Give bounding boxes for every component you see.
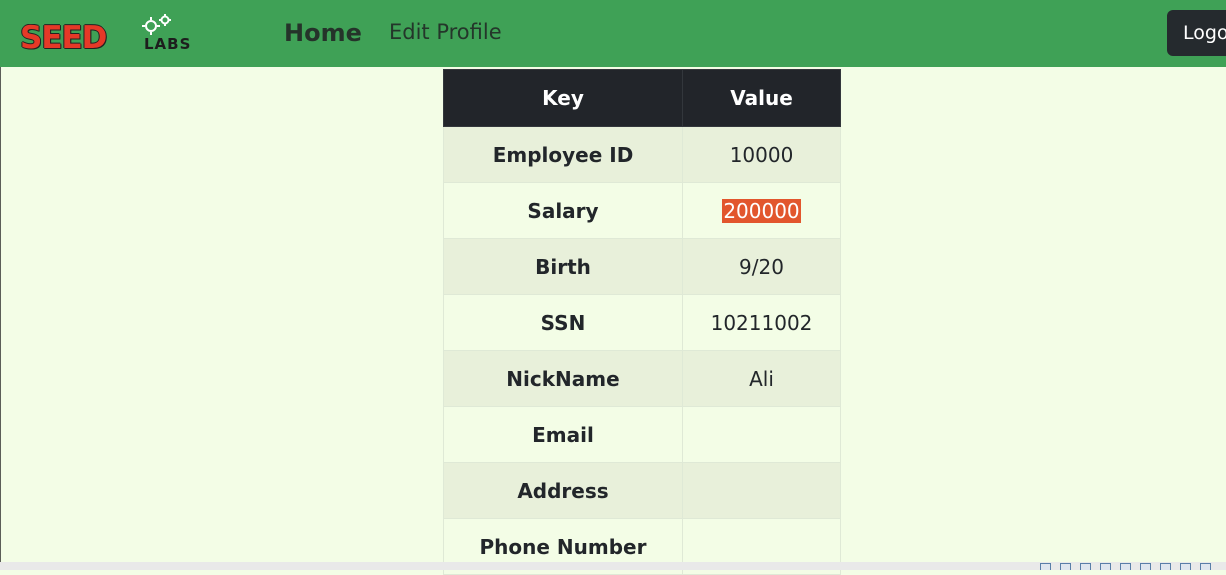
row-key-nickname: NickName [443,350,683,407]
row-key-ssn: SSN [443,294,683,351]
shared-folder-icon[interactable] [1140,563,1151,570]
gears-icon [142,14,171,35]
profile-table: Key Value Employee ID 10000 Salary 20000… [443,69,841,575]
row-value-birth: 9/20 [682,238,841,295]
row-value-salary: 200000 [682,182,841,239]
row-key-salary: Salary [443,182,683,239]
vm-status-icons [1040,562,1226,570]
logo-labs-text: LABS [144,36,192,52]
recording-icon[interactable] [1180,563,1191,570]
header-key: Key [443,69,683,127]
cpu-icon[interactable] [1200,563,1211,570]
optical-drive-icon[interactable] [1060,563,1071,570]
navbar: SEED LABS Home Edit Profile Logout [0,0,1226,67]
page-left-border [0,67,1,562]
row-key-employee-id: Employee ID [443,126,683,183]
nav-edit-profile-link[interactable]: Edit Profile [389,16,502,48]
row-key-email: Email [443,406,683,463]
audio-icon[interactable] [1080,563,1091,570]
logo-seed-text: SEED [20,24,107,52]
row-value-ssn: 10211002 [682,294,841,351]
table-row: Address [443,462,841,519]
table-row: NickName Ali [443,350,841,407]
display-icon[interactable] [1160,563,1171,570]
table-row: Salary 200000 [443,182,841,239]
row-value-employee-id: 10000 [682,126,841,183]
table-row: SSN 10211002 [443,294,841,351]
network-icon[interactable] [1100,563,1111,570]
nav-home-link[interactable]: Home [284,17,362,49]
table-row: Employee ID 10000 [443,126,841,183]
table-row: Birth 9/20 [443,238,841,295]
salary-value-highlight[interactable]: 200000 [722,198,801,223]
usb-icon[interactable] [1120,563,1131,570]
row-key-birth: Birth [443,238,683,295]
table-header-row: Key Value [443,69,841,127]
row-value-address [682,462,841,519]
logout-button[interactable]: Logout [1167,10,1226,56]
row-key-address: Address [443,462,683,519]
row-value-email [682,406,841,463]
storage-icon[interactable] [1040,563,1051,570]
row-value-nickname: Ali [682,350,841,407]
header-value: Value [682,69,841,127]
table-row: Email [443,406,841,463]
